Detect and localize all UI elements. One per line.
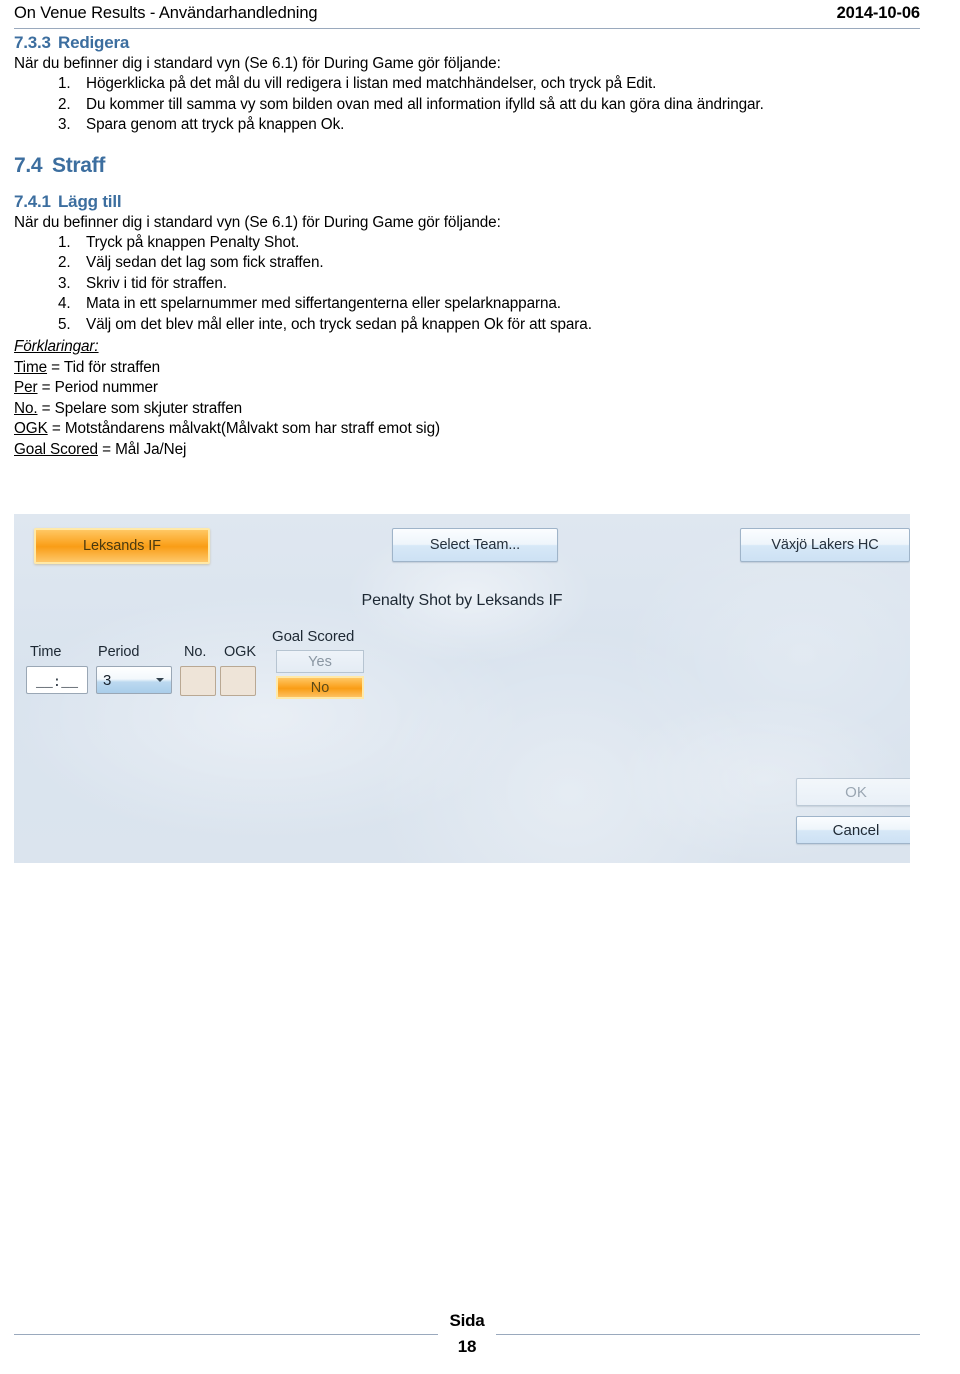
time-label: Time — [30, 644, 62, 660]
legend-term: No. — [14, 399, 38, 417]
legend-definition: = Period nummer — [37, 379, 158, 396]
opposing-goalkeeper-label: OGK — [224, 644, 256, 660]
time-input-value: __:__ — [35, 675, 78, 691]
list-item: Välj om det blev mål eller inte, och try… — [58, 315, 592, 335]
list-item: Skriv i tid för straffen. — [58, 274, 227, 294]
document-body: 7.3.3 Redigera När du befinner dig i stan… — [14, 33, 920, 460]
list-item: Mata in ett spelarnummer med siffertange… — [58, 294, 561, 314]
team-selection-row: Leksands IF Select Team... Växjö Lakers … — [14, 528, 910, 564]
legend-block: Förklaringar: Time = Tid för straffen Pe… — [14, 335, 920, 460]
legend-definition: = Tid för straffen — [47, 358, 161, 376]
period-label: Period — [98, 644, 140, 660]
heading-7-4: 7.4 Straff — [14, 154, 920, 178]
legend-item: Goal Scored = Mål Ja/Nej — [14, 440, 920, 461]
page-footer: Sida 18 — [14, 1308, 920, 1368]
legend-term: OGK — [14, 420, 48, 437]
heading-7-3-3-number: 7.3.3 — [14, 33, 51, 52]
goal-scored-yes-button[interactable]: Yes — [276, 650, 364, 673]
period-select[interactable]: 3 — [96, 666, 172, 694]
legend-item: No. = Spelare som skjuter straffen — [14, 399, 920, 420]
chevron-down-icon — [156, 678, 164, 682]
ok-button[interactable]: OK — [796, 778, 910, 806]
embedded-app-screenshot: Leksands IF Select Team... Växjö Lakers … — [14, 514, 910, 863]
penalty-shot-caption: Penalty Shot by Leksands IF — [361, 592, 563, 609]
select-team-button[interactable]: Select Team... — [392, 528, 558, 562]
list-item: Välj sedan det lag som fick straffen. — [58, 253, 324, 273]
lead-7-3-3: När du befinner dig i standard vyn (Se 6… — [14, 55, 501, 72]
heading-7-3-3: 7.3.3 Redigera — [14, 33, 920, 53]
home-team-button[interactable]: Leksands IF — [34, 528, 210, 564]
player-number-input[interactable] — [180, 666, 216, 696]
lead-7-4-1: När du befinner dig i standard vyn (Se 6… — [14, 213, 501, 231]
steps-7-3-3: Högerklicka på det mål du vill redigera … — [14, 74, 920, 136]
goal-scored-label: Goal Scored — [272, 628, 355, 645]
list-item: Du kommer till samma vy som bilden ovan … — [58, 95, 764, 115]
time-input[interactable]: __:__ — [26, 666, 88, 694]
list-item: Tryck på knappen Penalty Shot. — [58, 233, 300, 253]
legend-term: Goal Scored — [14, 440, 98, 458]
player-number-label: No. — [184, 644, 207, 660]
heading-7-4-title: Straff — [52, 153, 106, 177]
goal-scored-no-button[interactable]: No — [276, 676, 364, 699]
cancel-button[interactable]: Cancel — [796, 816, 910, 844]
legend-definition: = Spelare som skjuter straffen — [37, 399, 243, 417]
opposing-goalkeeper-input[interactable] — [220, 666, 256, 696]
heading-7-4-1-title: Lägg till — [58, 191, 122, 211]
legend-heading: Förklaringar: — [14, 338, 99, 355]
penalty-shot-form: Time __:__ Period 3 No. OGK Goal Scored … — [14, 628, 910, 844]
legend-item: Per = Period nummer — [14, 378, 920, 399]
footer-page-word: Sida — [449, 1311, 485, 1330]
header-document-title: On Venue Results - Användarhandledning — [14, 4, 318, 22]
heading-7-4-1-number: 7.4.1 — [14, 191, 51, 211]
legend-term: Per — [14, 379, 38, 396]
legend-definition: = Mål Ja/Nej — [97, 440, 187, 458]
legend-definition: = Motståndarens målvakt(Målvakt som har … — [47, 420, 441, 437]
legend-term: Time — [14, 358, 48, 376]
list-item: Högerklicka på det mål du vill redigera … — [58, 74, 657, 94]
steps-7-4-1: Tryck på knappen Penalty Shot. Välj seda… — [14, 233, 920, 336]
page-header: On Venue Results - Användarhandledning 2… — [14, 4, 920, 30]
away-team-button[interactable]: Växjö Lakers HC — [740, 528, 910, 562]
legend-item: Time = Tid för straffen — [14, 358, 920, 379]
header-date: 2014-10-06 — [836, 4, 921, 22]
list-item: Spara genom att tryck på knappen Ok. — [58, 115, 345, 135]
heading-7-3-3-title: Redigera — [58, 33, 130, 52]
period-select-value: 3 — [103, 671, 112, 689]
heading-7-4-number: 7.4 — [14, 153, 43, 177]
heading-7-4-1: 7.4.1 Lägg till — [14, 192, 920, 212]
header-divider — [14, 28, 920, 29]
footer-page-number: 18 — [457, 1337, 477, 1356]
legend-item: OGK = Motståndarens målvakt(Målvakt som … — [14, 419, 920, 440]
